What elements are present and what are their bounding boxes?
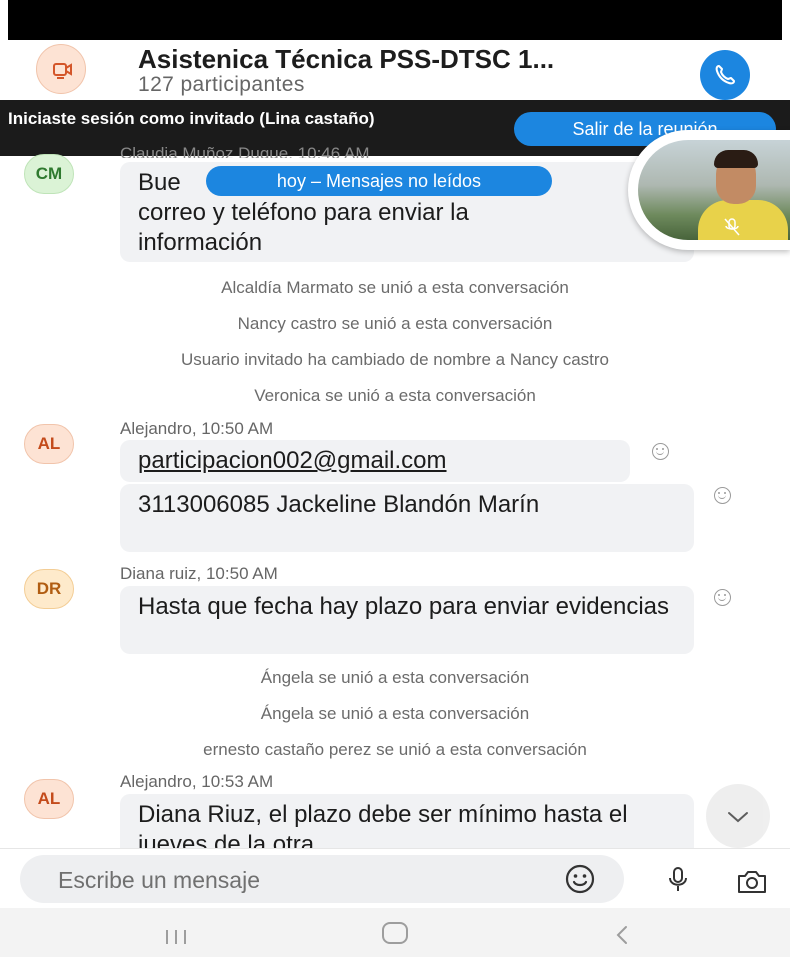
phone-icon bbox=[715, 65, 735, 85]
message-bubble[interactable]: Hasta que fecha hay plazo para enviar ev… bbox=[120, 586, 694, 654]
message-bubble[interactable]: participacion002@gmail.com bbox=[120, 440, 630, 482]
chat-header: Asistenica Técnica PSS-DTSC 1... 127 par… bbox=[0, 40, 790, 100]
call-button[interactable] bbox=[700, 50, 750, 100]
message-text: Bue bbox=[138, 169, 181, 196]
avatar[interactable]: CM bbox=[24, 154, 74, 194]
meeting-icon[interactable] bbox=[36, 44, 86, 94]
participant-count[interactable]: 127 participantes bbox=[138, 73, 305, 97]
avatar[interactable]: AL bbox=[24, 779, 74, 819]
system-message: Alcaldía Marmato se unió a esta conversa… bbox=[221, 278, 569, 297]
unread-messages-banner[interactable]: hoy – Mensajes no leídos bbox=[206, 166, 552, 196]
message-input-placeholder: Escribe un mensaje bbox=[58, 867, 260, 893]
video-preview[interactable] bbox=[628, 130, 790, 250]
participant-video bbox=[638, 140, 790, 240]
back-icon[interactable] bbox=[614, 924, 630, 946]
system-message: ernesto castaño perez se unió a esta con… bbox=[203, 740, 587, 759]
system-message: Usuario invitado ha cambiado de nombre a… bbox=[180, 350, 610, 369]
system-message: Veronica se unió a esta conversación bbox=[254, 386, 536, 405]
status-bar bbox=[8, 0, 782, 40]
avatar[interactable]: AL bbox=[24, 424, 74, 464]
smile-react-icon[interactable] bbox=[652, 443, 669, 460]
message-text: información bbox=[138, 229, 263, 256]
message-sender: Diana ruiz, 10:50 AM bbox=[120, 564, 278, 583]
message-text: 3113006085 Jackeline Blandón Marín bbox=[138, 491, 540, 518]
message-sender: Alejandro, 10:50 AM bbox=[120, 419, 274, 438]
message-text: Diana Riuz, el plazo debe ser mínimo has… bbox=[138, 801, 628, 848]
message-composer: Escribe un mensaje bbox=[0, 848, 790, 905]
message-text: correo y teléfono para enviar la bbox=[138, 199, 469, 226]
message-sender: Claudia Muñoz Duque, 10:46 AM bbox=[120, 144, 370, 158]
message-bubble[interactable]: Diana Riuz, el plazo debe ser mínimo has… bbox=[120, 794, 694, 848]
guest-session-text: Iniciaste sesión como invitado (Lina cas… bbox=[8, 109, 375, 128]
message-text: Hasta que fecha hay plazo para enviar ev… bbox=[138, 593, 669, 620]
recents-icon[interactable] bbox=[164, 928, 188, 946]
message-clip: Diana Riuz, el plazo debe ser mínimo has… bbox=[120, 794, 694, 848]
system-message: Ángela se unió a esta conversación bbox=[260, 668, 530, 687]
system-navigation-bar bbox=[0, 908, 790, 957]
message-bubble[interactable]: 3113006085 Jackeline Blandón Marín bbox=[120, 484, 694, 552]
chevron-down-icon bbox=[728, 812, 748, 823]
smile-react-icon[interactable] bbox=[714, 589, 731, 606]
mic-icon[interactable] bbox=[668, 867, 688, 893]
system-message: Nancy castro se unió a esta conversación bbox=[237, 314, 553, 333]
chat-title: Asistenica Técnica PSS-DTSC 1... bbox=[138, 44, 555, 74]
system-message: Ángela se unió a esta conversación bbox=[260, 704, 530, 723]
avatar[interactable]: DR bbox=[24, 569, 74, 609]
message-sender: Alejandro, 10:53 AM bbox=[120, 772, 274, 791]
home-icon[interactable] bbox=[382, 922, 408, 944]
video-call-icon bbox=[53, 63, 72, 79]
scroll-to-bottom-button[interactable] bbox=[706, 784, 770, 848]
email-link[interactable]: participacion002@gmail.com bbox=[138, 447, 447, 474]
emoji-icon[interactable] bbox=[564, 863, 596, 895]
mute-icon bbox=[724, 218, 740, 236]
message-input[interactable]: Escribe un mensaje bbox=[20, 855, 624, 903]
camera-icon[interactable] bbox=[736, 869, 768, 895]
smile-react-icon[interactable] bbox=[714, 487, 731, 504]
